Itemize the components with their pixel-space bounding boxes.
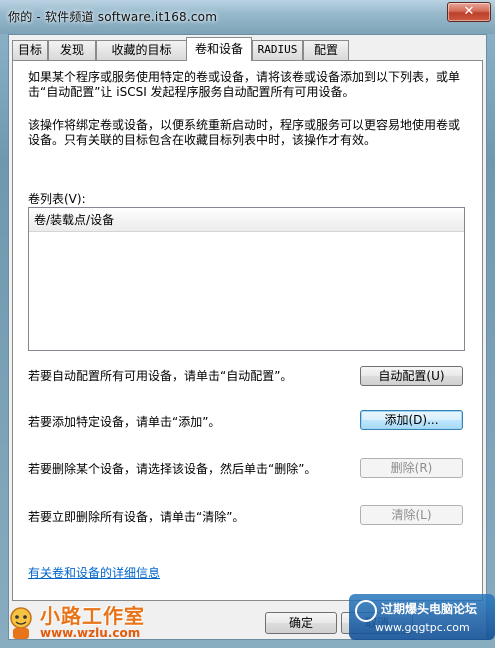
tab-targets[interactable]: 目标	[12, 40, 48, 60]
tab-discovery[interactable]: 发现	[48, 40, 96, 60]
window-title: 你的 - 软件频道 software.it168.com	[8, 10, 218, 24]
clear-button[interactable]: 清除(L)	[360, 505, 463, 525]
add-instruction: 若要添加特定设备，请单击“添加”。	[28, 415, 221, 429]
watermark-left-url: www.wzlu.com	[40, 626, 141, 640]
mascot-icon	[10, 607, 32, 639]
clear-instruction: 若要立即删除所有设备，请单击“清除”。	[28, 510, 245, 524]
globe-icon	[355, 600, 377, 622]
auto-configure-button[interactable]: 自动配置(U)	[360, 366, 463, 386]
tab-radius[interactable]: RADIUS	[252, 40, 303, 60]
tab-configuration[interactable]: 配置	[303, 40, 349, 60]
add-button[interactable]: 添加(D)...	[360, 410, 463, 430]
watermark-logo-left: 小路工作室 www.wzlu.com	[0, 598, 160, 648]
volumes-devices-panel: 如果某个程序或服务使用特定的卷或设备，请将该卷或设备添加到以下列表，或单击“自动…	[12, 60, 483, 601]
tab-favorite-targets[interactable]: 收藏的目标	[96, 40, 187, 60]
watermark-logo-right: 过期爆头电脑论坛 www.gqgtpc.com	[349, 594, 495, 640]
properties-dialog: 目标 发现 收藏的目标 卷和设备 RADIUS 配置 如果某个程序或服务使用特定…	[8, 34, 487, 640]
tab-volumes-and-devices[interactable]: 卷和设备	[186, 37, 252, 61]
auto-configure-instruction: 若要自动配置所有可用设备，请单击“自动配置”。	[28, 369, 293, 383]
close-button[interactable]: ✕	[447, 2, 491, 22]
watermark-right-url: www.gqgtpc.com	[375, 621, 470, 634]
volume-list[interactable]: 卷/装载点/设备	[28, 207, 465, 351]
volume-list-column-header[interactable]: 卷/装载点/设备	[29, 208, 464, 232]
close-icon: ✕	[463, 4, 475, 19]
tab-strip: 目标 发现 收藏的目标 卷和设备 RADIUS 配置	[12, 37, 482, 61]
volume-list-label: 卷列表(V):	[28, 192, 86, 206]
remove-instruction: 若要删除某个设备，请选择该设备，然后单击“删除”。	[28, 462, 317, 476]
watermark-left-title: 小路工作室	[40, 604, 145, 628]
help-link[interactable]: 有关卷和设备的详细信息	[28, 564, 160, 581]
intro-text-binding: 该操作将绑定卷或设备，以便系统重新启动时，程序或服务可以更容易地使用卷或设备。只…	[28, 118, 461, 147]
title-bar: 你的 - 软件频道 software.it168.com ✕	[0, 0, 495, 34]
intro-text-auto-configure: 如果某个程序或服务使用特定的卷或设备，请将该卷或设备添加到以下列表，或单击“自动…	[28, 70, 461, 99]
watermark-right-title: 过期爆头电脑论坛	[381, 602, 478, 616]
ok-button[interactable]: 确定	[265, 612, 337, 634]
remove-button[interactable]: 删除(R)	[360, 458, 463, 478]
